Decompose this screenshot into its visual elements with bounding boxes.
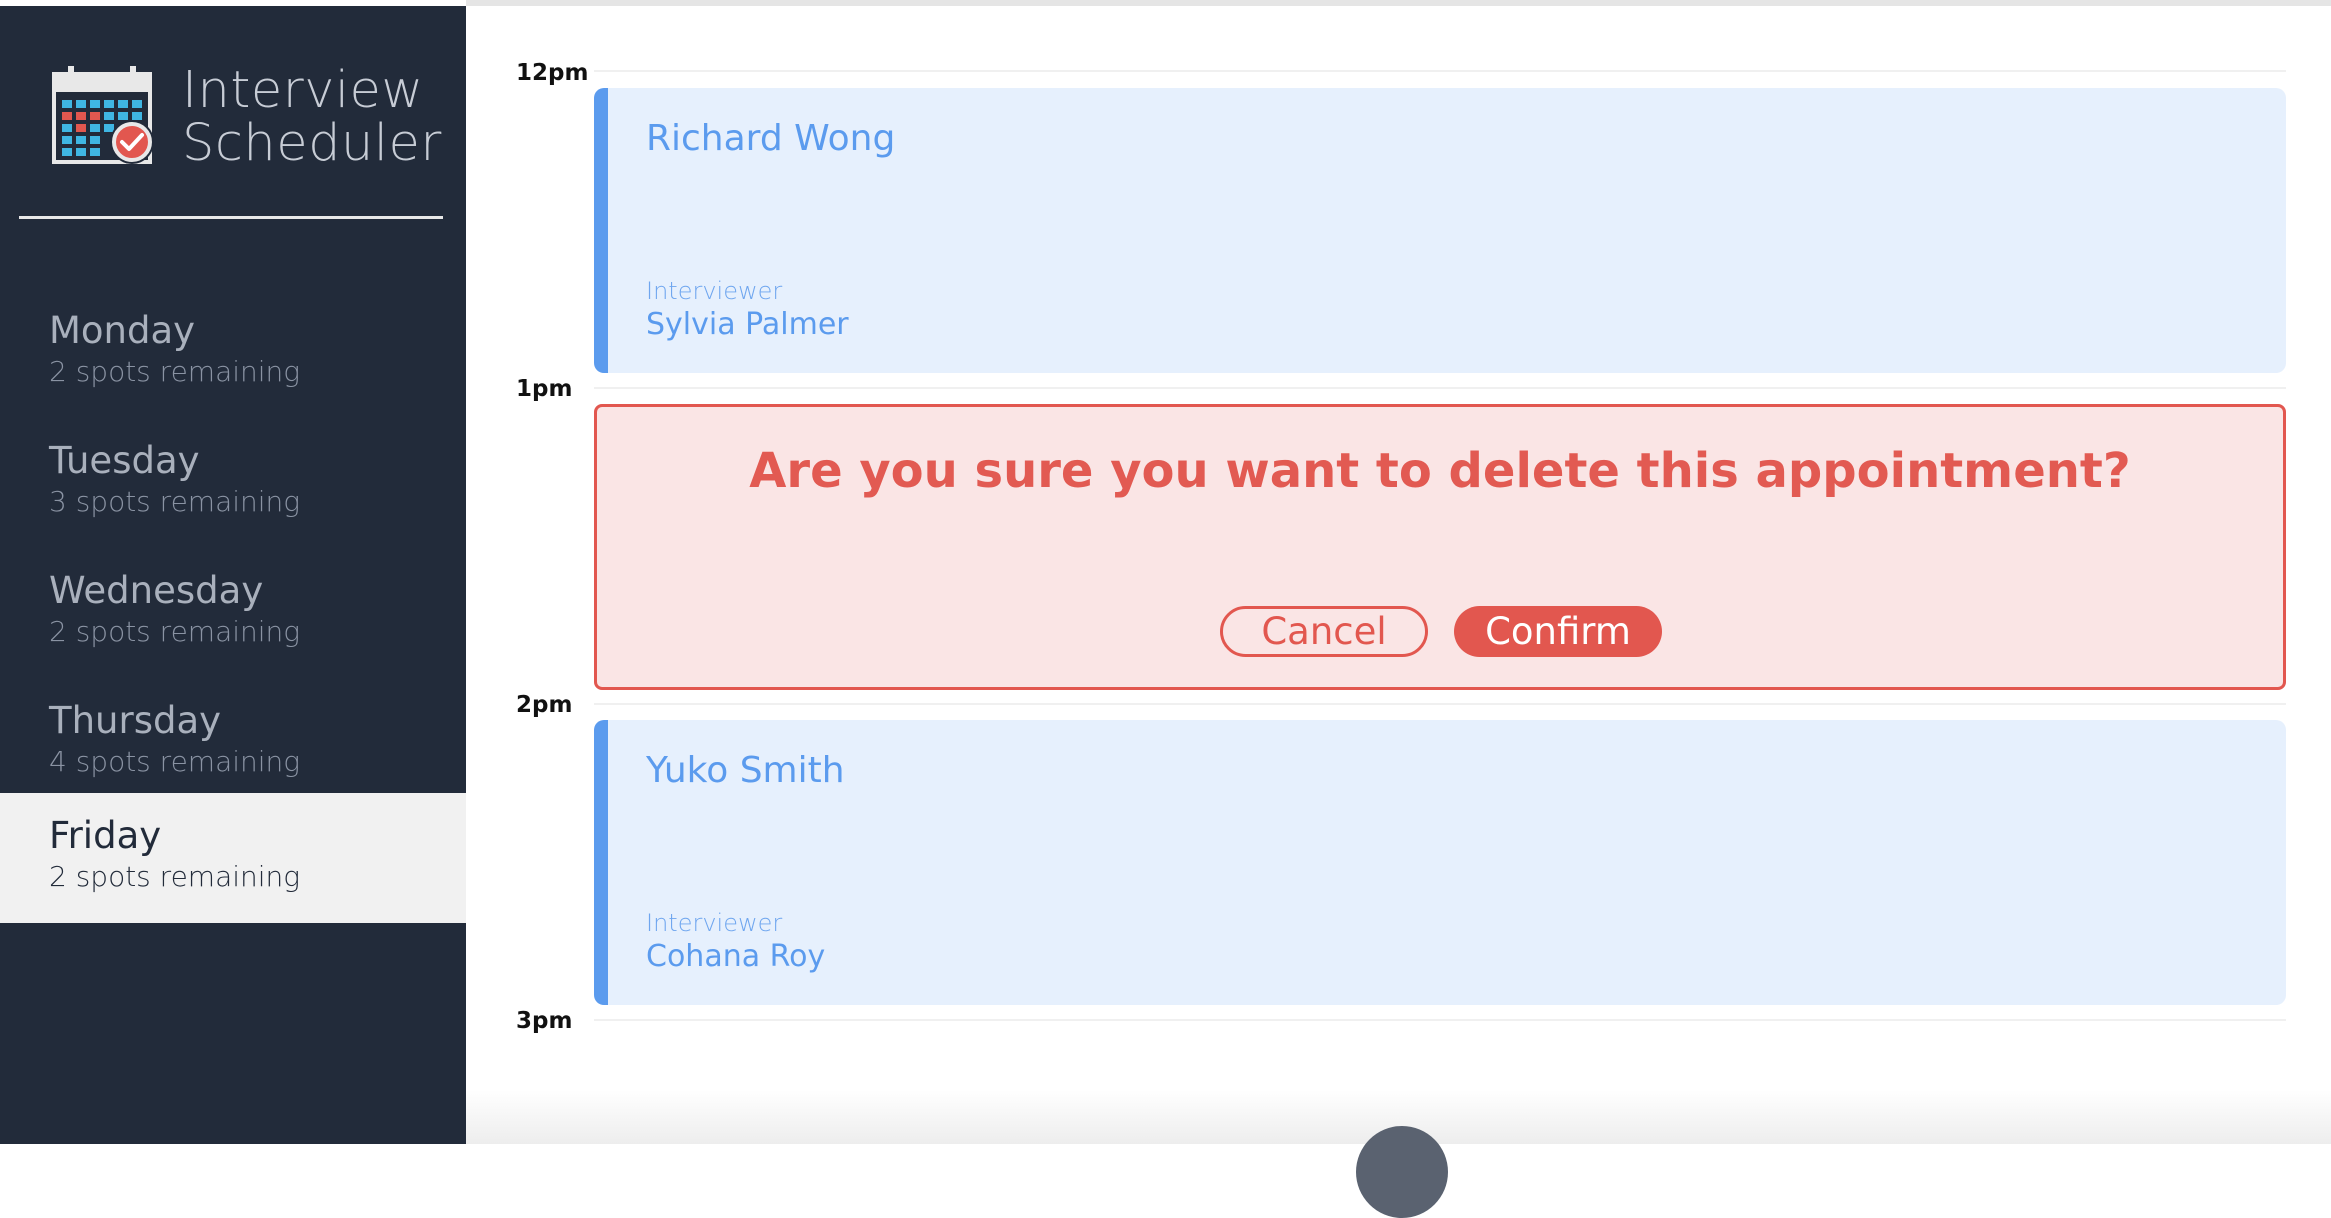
app-title-line2: Scheduler [182,114,442,173]
day-item-monday[interactable]: Monday 2 spots remaining [0,288,466,418]
hour-divider [594,1019,2286,1021]
day-item-tuesday[interactable]: Tuesday 3 spots remaining [0,418,466,548]
appointment-card[interactable]: Yuko Smith Interviewer Cohana Roy [594,720,2286,1005]
student-name: Yuko Smith [646,750,845,791]
delete-confirmation: Are you sure you want to delete this app… [594,404,2286,690]
top-border [466,0,2331,6]
time-label: 2pm [516,692,573,718]
time-label: 3pm [516,1008,573,1034]
hour-divider [594,387,2286,389]
scroll-button[interactable] [1356,1126,1448,1218]
day-name: Friday [49,814,162,857]
brand: Interview Scheduler [50,64,442,170]
day-name: Tuesday [49,439,200,482]
time-label: 12pm [516,60,589,86]
hour-divider [594,70,2286,72]
interviewer-name: Sylvia Palmer [646,307,849,342]
day-spots: 2 spots remaining [49,615,301,648]
day-item-wednesday[interactable]: Wednesday 2 spots remaining [0,548,466,678]
day-item-friday[interactable]: Friday 2 spots remaining [0,793,466,923]
sidebar: Interview Scheduler Monday 2 spots remai… [0,6,466,1144]
app-title-line1: Interview [182,61,424,120]
day-name: Monday [49,309,196,352]
interviewer-label: Interviewer [646,277,783,305]
day-spots: 4 spots remaining [49,745,301,778]
cancel-button[interactable]: Cancel [1220,606,1428,657]
student-name: Richard Wong [646,118,896,159]
interviewer-label: Interviewer [646,909,783,937]
app-title: Interview Scheduler [182,64,442,170]
confirm-message: Are you sure you want to delete this app… [749,443,2131,499]
hour-divider [594,703,2286,705]
calendar-check-icon [52,66,154,164]
day-name: Wednesday [49,569,264,612]
day-spots: 2 spots remaining [49,860,301,893]
day-name: Thursday [49,699,222,742]
interviewer-name: Cohana Roy [646,939,826,974]
day-spots: 2 spots remaining [49,355,301,388]
brand-divider [19,216,443,219]
appointment-card[interactable]: Richard Wong Interviewer Sylvia Palmer [594,88,2286,373]
day-item-thursday[interactable]: Thursday 4 spots remaining [0,678,466,808]
confirm-button[interactable]: Confirm [1454,606,1662,657]
day-spots: 3 spots remaining [49,485,301,518]
time-label: 1pm [516,376,573,402]
